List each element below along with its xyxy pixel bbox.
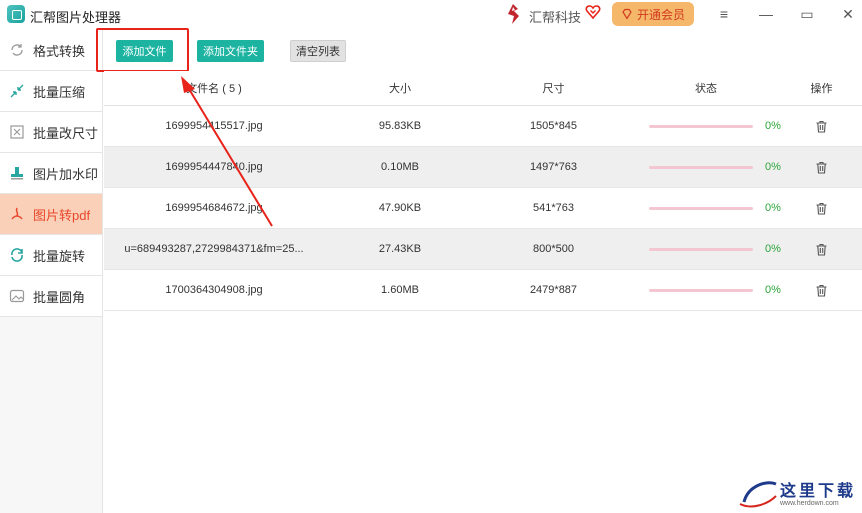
- file-status: 0%: [631, 120, 781, 132]
- sidebar-item-label: 批量改尺寸: [33, 125, 99, 141]
- rounded-corner-image-icon: [9, 288, 25, 304]
- compress-arrows-icon: [9, 83, 25, 99]
- table-row[interactable]: u=689493287,2729984371&fm=25... 27.43KB …: [104, 229, 862, 270]
- file-status: 0%: [631, 284, 781, 296]
- toolbar: 添加文件 添加文件夹 清空列表: [104, 30, 862, 71]
- trash-icon[interactable]: [815, 161, 828, 174]
- minimize-button[interactable]: —: [756, 4, 776, 24]
- trash-icon[interactable]: [815, 202, 828, 215]
- pdf-icon: [9, 206, 25, 222]
- title-bar: 汇帮图片处理器 汇帮科技 开通会员 ≡ — ▭ ✕: [0, 0, 862, 30]
- vip-button-label: 开通会员: [636, 7, 685, 22]
- column-header-size: 大小: [389, 83, 411, 95]
- file-dimensions: 1505*845: [529, 120, 578, 132]
- close-button[interactable]: ✕: [838, 4, 858, 24]
- heart-icon[interactable]: [585, 4, 601, 20]
- row-actions: [781, 243, 862, 256]
- file-dimensions: 1497*763: [529, 161, 578, 173]
- sidebar-item-label: 图片转pdf: [33, 207, 91, 223]
- sidebar-item-rounded-corner[interactable]: 批量圆角: [0, 276, 102, 317]
- table-row[interactable]: 1699954684672.jpg 47.90KB 541*763 0%: [104, 188, 862, 229]
- file-size: 0.10MB: [381, 161, 419, 173]
- progress-bar: [649, 165, 753, 169]
- sidebar-item-batch-rotate[interactable]: 批量旋转: [0, 235, 102, 276]
- file-name: 1700364304908.jpg: [165, 284, 263, 296]
- app-logo-icon: [7, 5, 25, 23]
- add-file-button[interactable]: 添加文件: [116, 40, 173, 62]
- row-actions: [781, 284, 862, 297]
- sidebar-item-label: 批量压缩: [33, 84, 86, 100]
- row-actions: [781, 161, 862, 174]
- file-size: 95.83KB: [378, 120, 422, 132]
- progress-percent: 0%: [765, 202, 781, 214]
- sidebar-item-label: 格式转换: [33, 43, 86, 59]
- file-status: 0%: [631, 243, 781, 255]
- row-actions: [781, 202, 862, 215]
- progress-bar: [649, 124, 753, 128]
- progress-bar: [649, 247, 753, 251]
- vip-button[interactable]: 开通会员: [612, 2, 694, 26]
- trash-icon[interactable]: [815, 120, 828, 133]
- table-row[interactable]: 1700364304908.jpg 1.60MB 2479*887 0%: [104, 270, 862, 311]
- trash-icon[interactable]: [815, 284, 828, 297]
- progress-percent: 0%: [765, 243, 781, 255]
- app-title: 汇帮图片处理器: [30, 10, 122, 25]
- maximize-button[interactable]: ▭: [797, 4, 817, 24]
- column-header-name: 文件名 ( 5 ): [186, 83, 242, 95]
- refresh-format-icon: [9, 42, 25, 58]
- progress-percent: 0%: [765, 284, 781, 296]
- file-name: 1699954415517.jpg: [165, 120, 263, 132]
- sidebar-item-batch-compress[interactable]: 批量压缩: [0, 71, 102, 112]
- progress-bar: [649, 288, 753, 292]
- menu-icon[interactable]: ≡: [714, 4, 734, 24]
- column-header-dimensions: 尺寸: [542, 83, 565, 95]
- brand-logo-icon: [508, 4, 519, 24]
- file-size: 27.43KB: [378, 243, 422, 255]
- sidebar-item-label: 批量圆角: [33, 289, 86, 305]
- file-dimensions: 2479*887: [529, 284, 578, 296]
- file-size: 47.90KB: [378, 202, 422, 214]
- file-size: 1.60MB: [381, 284, 419, 296]
- sidebar-item-format-convert[interactable]: 格式转换: [0, 30, 102, 71]
- app-window: 汇帮图片处理器 汇帮科技 开通会员 ≡ — ▭ ✕ 格式转换 批量压缩 批量改尺…: [0, 0, 862, 513]
- watermark-text: 这里下载: [780, 481, 857, 500]
- rotate-icon: [9, 247, 25, 263]
- file-dimensions: 541*763: [533, 202, 574, 214]
- file-status: 0%: [631, 202, 781, 214]
- file-name: u=689493287,2729984371&fm=25...: [124, 243, 304, 255]
- clear-list-button[interactable]: 清空列表: [290, 40, 346, 62]
- trash-icon[interactable]: [815, 243, 828, 256]
- sidebar-item-label: 图片加水印: [33, 166, 99, 182]
- stamp-icon: [9, 165, 25, 181]
- sidebar-item-watermark[interactable]: 图片加水印: [0, 153, 102, 194]
- resize-icon: [9, 124, 25, 140]
- diamond-icon: [622, 8, 632, 20]
- column-header-status: 状态: [695, 83, 717, 95]
- brand-name: 汇帮科技: [529, 10, 582, 25]
- table-row[interactable]: 1699954415517.jpg 95.83KB 1505*845 0%: [104, 106, 862, 147]
- sidebar-item-label: 批量旋转: [33, 248, 86, 264]
- add-folder-button[interactable]: 添加文件夹: [197, 40, 264, 62]
- table-row[interactable]: 1699954447840.jpg 0.10MB 1497*763 0%: [104, 147, 862, 188]
- sidebar-item-batch-resize[interactable]: 批量改尺寸: [0, 112, 102, 153]
- sidebar-item-image-to-pdf[interactable]: 图片转pdf: [0, 194, 102, 235]
- table-header: 文件名 ( 5 ) 大小 尺寸 状态 操作: [104, 71, 862, 106]
- row-actions: [781, 120, 862, 133]
- file-dimensions: 800*500: [533, 243, 574, 255]
- watermark-subtext: www.herdown.com: [780, 500, 839, 507]
- column-header-actions: 操作: [810, 83, 833, 95]
- progress-bar: [649, 206, 753, 210]
- progress-percent: 0%: [765, 120, 781, 132]
- file-name: 1699954447840.jpg: [165, 161, 263, 173]
- file-table: 文件名 ( 5 ) 大小 尺寸 状态 操作 1699954415517.jpg …: [104, 71, 862, 311]
- sidebar: 格式转换 批量压缩 批量改尺寸 图片加水印 图片转pdf 批量旋转 批量圆角: [0, 30, 103, 513]
- file-name: 1699954684672.jpg: [165, 202, 263, 214]
- progress-percent: 0%: [765, 161, 781, 173]
- file-status: 0%: [631, 161, 781, 173]
